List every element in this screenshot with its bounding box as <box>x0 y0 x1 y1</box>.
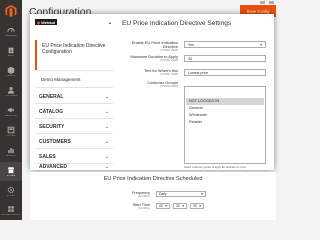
start-second-select[interactable]: 00 ▾ <box>190 203 204 209</box>
section-general[interactable]: GENERAL ⌄ <box>35 90 113 104</box>
section-security[interactable]: SECURITY ⌄ <box>35 120 113 134</box>
chevron-down-icon: ⌄ <box>104 123 109 130</box>
config-form: EU Price Indication Directive Settings E… <box>118 14 274 170</box>
section-label: GENERAL <box>39 93 64 100</box>
nav-label: Stores <box>6 175 16 177</box>
text-input[interactable]: Lowest price <box>184 69 266 76</box>
field-enable: Enable EU Price Indication Directive [STO… <box>118 40 268 53</box>
nav-label: Find Partners & Extensions <box>1 214 21 216</box>
customer-group-option[interactable]: NOT LOGGED IN <box>186 98 264 105</box>
chevron-down-icon: ⌄ <box>104 108 109 115</box>
chevron-down-icon: ⌄ <box>104 93 109 100</box>
stores-icon <box>7 167 15 174</box>
frequency-row: Frequency [GLOBAL] Daily ▾ <box>30 191 276 199</box>
sidebar-item-eu-price-config[interactable]: EU Price Indication Directive Configurat… <box>35 40 113 70</box>
section-advanced[interactable]: ADVANCED ⌄ <box>35 162 113 172</box>
customer-group-option[interactable]: Retailer <box>186 119 264 126</box>
chevron-down-icon: ▾ <box>260 42 262 47</box>
nav-label: Marketing <box>5 115 17 117</box>
field-label: Customer Groups [STORE VIEW] <box>147 80 178 89</box>
start-minute-select[interactable]: 00 ▾ <box>173 203 187 209</box>
nav-label: Catalog <box>6 75 16 77</box>
nav-reports[interactable]: Reports <box>0 142 22 161</box>
time-separator: : <box>188 203 189 207</box>
nav-extensions[interactable]: Find Partners & Extensions <box>0 201 22 220</box>
configuration-modal: ◆ Webkul ▴ EU Price Indication Directive … <box>30 14 274 170</box>
header-actions <box>260 1 274 4</box>
section-label: ADVANCED <box>39 164 67 170</box>
dashboard-icon <box>7 27 15 32</box>
frequency-select[interactable]: Daily ▾ <box>156 191 206 197</box>
vendor-tab[interactable]: ◆ Webkul ▴ <box>35 18 115 26</box>
customer-groups-hint: Select customer groups to apply EU direc… <box>184 166 247 169</box>
nav-customers[interactable]: Customers <box>0 82 22 101</box>
time-separator: : <box>171 203 172 207</box>
enable-select[interactable]: Yes ▾ <box>184 41 266 48</box>
sidebar-item-demo-management[interactable]: Demo Management <box>35 70 113 88</box>
customer-group-option[interactable]: Wholesale <box>186 112 264 119</box>
chevron-down-icon: ⌄ <box>104 164 109 170</box>
extensions-icon <box>8 206 14 212</box>
config-sidebar: ◆ Webkul ▴ EU Price Indication Directive … <box>31 16 115 170</box>
nav-label: Dashboard <box>4 35 18 37</box>
nav-catalog[interactable]: Catalog <box>0 62 22 81</box>
nav-stores[interactable]: Stores <box>0 162 22 181</box>
chevron-down-icon: ⌄ <box>104 138 109 145</box>
nav-dashboard[interactable]: Dashboard <box>0 22 22 41</box>
notifications-icon[interactable] <box>260 1 265 4</box>
sales-icon: $ <box>8 47 14 54</box>
reports-icon <box>8 148 14 154</box>
start-hour-select[interactable]: 00 ▾ <box>156 203 170 209</box>
customers-icon <box>7 86 15 94</box>
max-duration-input[interactable]: 30 <box>184 55 266 62</box>
vendor-name: Webkul <box>41 19 56 25</box>
nav-sales[interactable]: $ Sales <box>0 42 22 61</box>
customer-groups-multiselect[interactable]: NOT LOGGED IN General Wholesale Retailer <box>184 86 266 164</box>
scheduled-panel: EU Price Indication Directive Scheduled … <box>30 172 276 220</box>
system-icon <box>7 186 15 194</box>
customer-group-option[interactable]: General <box>186 105 264 112</box>
marketing-icon <box>7 107 14 113</box>
nav-label: Reports <box>6 155 16 157</box>
nav-marketing[interactable]: Marketing <box>0 102 22 121</box>
nav-label: System <box>6 195 16 197</box>
section-catalog[interactable]: CATALOG ⌄ <box>35 105 113 119</box>
nav-label: Content <box>6 135 16 137</box>
chevron-down-icon: ⌄ <box>104 153 109 160</box>
section-label: CATALOG <box>39 108 63 115</box>
section-label: SALES <box>39 153 56 160</box>
chevron-down-icon: ▾ <box>201 192 203 196</box>
form-title: EU Price Indication Directive Settings <box>122 20 232 27</box>
admin-sidebar: Dashboard $ Sales Catalog Customers Mark… <box>0 0 22 220</box>
section-customers[interactable]: CUSTOMERS ⌄ <box>35 135 113 149</box>
nav-content[interactable]: Content <box>0 122 22 141</box>
chevron-down-icon: ▾ <box>165 204 167 208</box>
section-label: CUSTOMERS <box>39 138 71 145</box>
content-icon <box>7 126 15 134</box>
catalog-icon <box>7 66 15 74</box>
webkul-logo-mark-icon: ◆ <box>37 19 41 25</box>
nav-label: Sales <box>7 55 15 57</box>
chevron-up-icon: ▴ <box>108 19 111 25</box>
field-label: Enable EU Price Indication Directive [STO… <box>131 40 178 53</box>
chevron-down-icon: ▾ <box>199 204 201 208</box>
magento-logo-icon[interactable] <box>4 4 18 18</box>
section-label: SECURITY <box>39 123 65 130</box>
frequency-label: Frequency [GLOBAL] <box>132 191 150 198</box>
scheduled-title: EU Price Indication Directive Scheduled <box>103 176 203 182</box>
nav-label: Customers <box>4 95 18 97</box>
start-time-label: Start Time [GLOBAL] <box>132 203 150 210</box>
field-label: Text for When's this [STORE VIEW] <box>144 68 178 77</box>
start-time-row: Start Time [GLOBAL] 00 ▾ : 00 ▾ : 00 ▾ <box>30 203 276 211</box>
field-max-duration: Maximum Duration to Apply [STORE VIEW] 30 <box>118 54 268 65</box>
user-account-icon[interactable] <box>269 1 274 4</box>
chevron-down-icon: ▾ <box>182 204 184 208</box>
webkul-logo: ◆ Webkul <box>35 19 58 25</box>
field-label: Maximum Duration to Apply [STORE VIEW] <box>130 54 178 63</box>
field-text: Text for When's this [STORE VIEW] Lowest … <box>118 68 268 79</box>
nav-system[interactable]: System <box>0 182 22 201</box>
